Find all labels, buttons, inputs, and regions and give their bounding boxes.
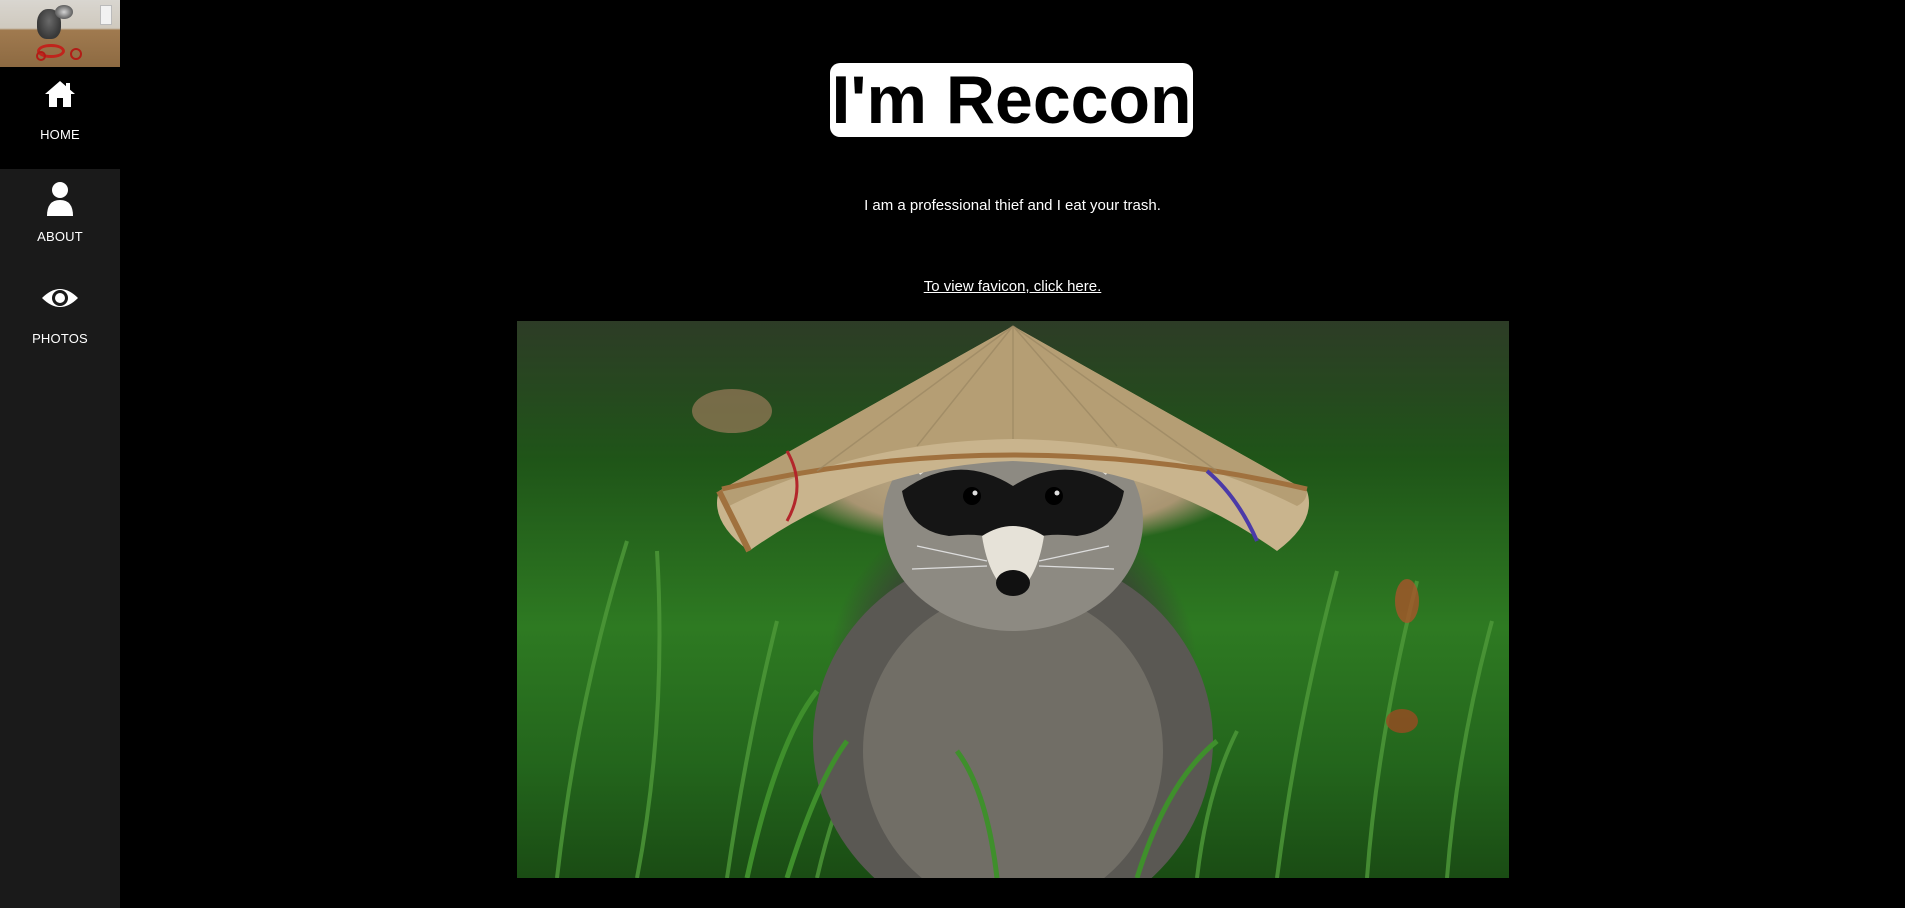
sidebar-item-label: ABOUT [37,229,83,244]
raccoon-illustration [555,325,1494,878]
logo-raccoon-head [55,5,73,19]
sidebar-item-about[interactable]: ABOUT [0,169,120,271]
logo-wheel [36,51,46,61]
page-subtitle: I am a professional thief and I eat your… [864,197,1161,214]
title-wrap: I'm Reccon [0,63,1905,137]
sidebar-item-label: PHOTOS [32,331,88,346]
favicon-link[interactable]: To view favicon, click here. [924,278,1102,295]
logo-wheel [70,48,82,60]
page-title: I'm Reccon [830,62,1193,138]
logo-window [100,5,112,25]
raccoon-photo [517,321,1509,878]
favicon-link-wrap: To view favicon, click here. [0,278,1905,296]
logo-image[interactable] [0,0,120,67]
